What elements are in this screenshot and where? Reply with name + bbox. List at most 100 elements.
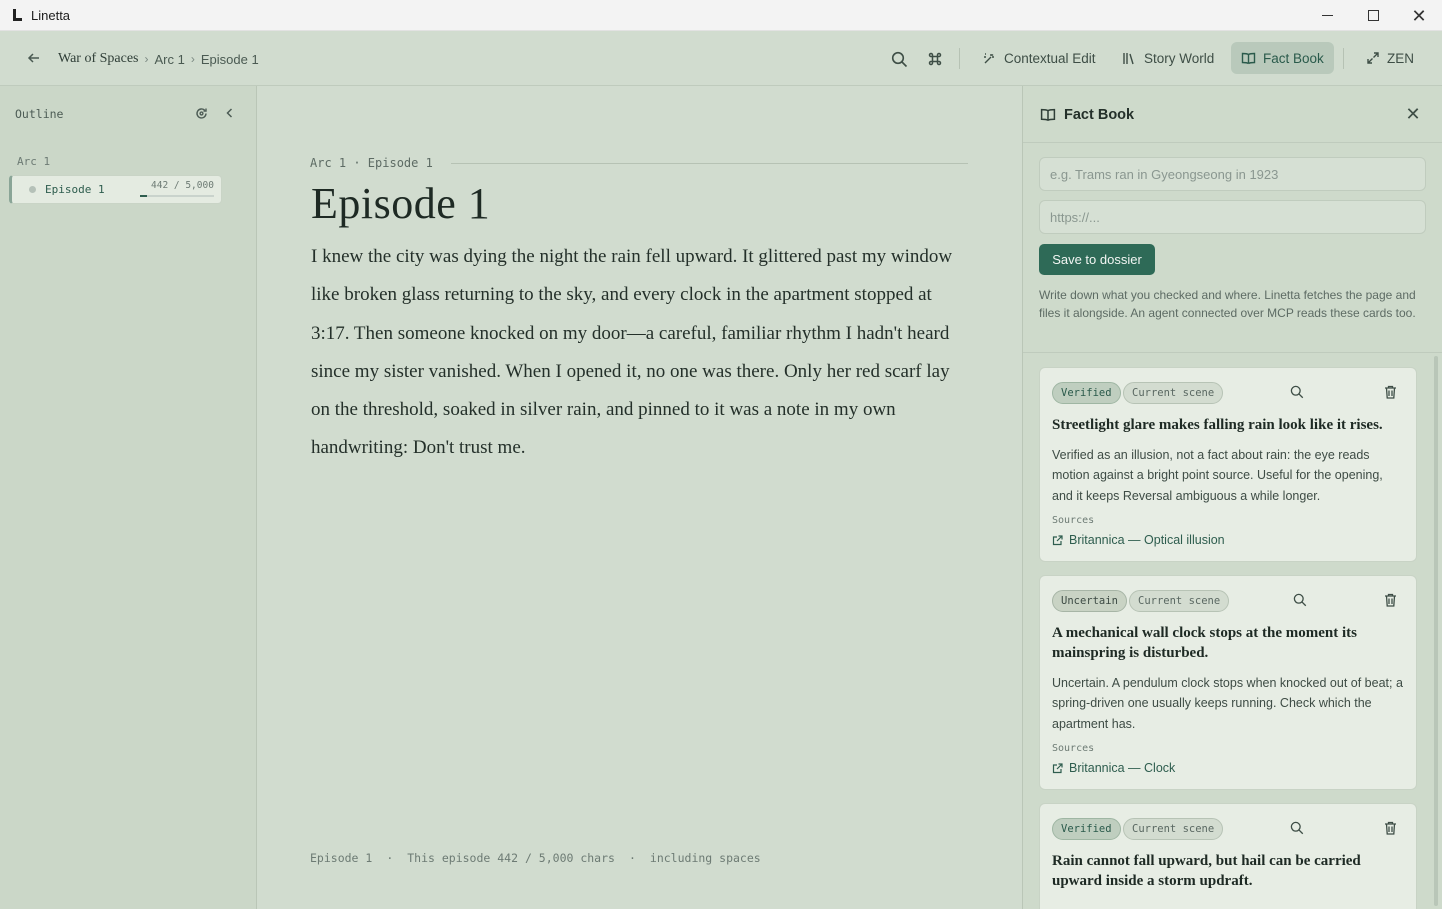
fact-title: Rain cannot fall upward, but hail can be…: [1052, 853, 1361, 889]
source-link-text: Britannica — Optical illusion: [1069, 533, 1225, 547]
zen-button[interactable]: ZEN: [1356, 42, 1424, 74]
status-char-count: This episode 442 / 5,000 chars: [407, 851, 615, 865]
minimize-button[interactable]: [1304, 0, 1350, 31]
command-icon: [928, 52, 942, 66]
status-separator: ·: [628, 851, 636, 865]
episode-title[interactable]: Episode 1: [311, 178, 490, 229]
search-icon: [891, 51, 907, 67]
back-button[interactable]: [24, 48, 44, 68]
status-badge[interactable]: Uncertain: [1052, 590, 1127, 612]
close-window-button[interactable]: ✕: [1396, 0, 1442, 31]
fact-title: Streetlight glare makes falling rain loo…: [1052, 417, 1383, 433]
book-icon: [1039, 106, 1057, 124]
contextual-edit-icon: [984, 52, 994, 63]
breadcrumb: War of Spaces › Arc 1 › Episode 1: [58, 51, 259, 67]
outline-sidebar: Outline Arc 1 Episode 1 442 / 5,000: [0, 86, 257, 909]
fact-book-help-text: Write down what you checked and where. L…: [1039, 288, 1416, 320]
story-world-button[interactable]: Story World: [1112, 42, 1224, 74]
contextual-edit-label: Contextual Edit: [1004, 50, 1096, 66]
fact-list-scrollbar[interactable]: [1434, 356, 1438, 906]
delete-card-button[interactable]: [1382, 592, 1398, 608]
fact-card[interactable]: Verified Current scene Streetlight glare…: [1039, 367, 1417, 562]
breadcrumb-project[interactable]: War of Spaces: [58, 51, 139, 67]
scope-badge[interactable]: Current scene: [1123, 382, 1224, 404]
crumb-divider: [451, 163, 968, 164]
app-logo-icon: [13, 9, 23, 21]
episode-crumb: Arc 1 · Episode 1: [310, 156, 433, 170]
fact-book-title: Fact Book: [1064, 107, 1135, 123]
fact-notes: Verified as an illusion, not a fact abou…: [1052, 448, 1383, 503]
top-toolbar: War of Spaces › Arc 1 › Episode 1 Contex…: [0, 31, 1442, 86]
window-titlebar: Linetta ✕: [0, 0, 1442, 31]
toolbar-divider: [1343, 48, 1344, 69]
collapse-sidebar-button[interactable]: [221, 104, 239, 122]
arc-label[interactable]: Arc 1: [17, 155, 50, 168]
sidebar-item-episode-1[interactable]: Episode 1 442 / 5,000: [9, 175, 222, 204]
search-icon: [1290, 385, 1304, 399]
status-count-mode: including spaces: [649, 851, 761, 865]
trash-icon: [1384, 593, 1396, 607]
external-link-icon: [1052, 762, 1063, 773]
breadcrumb-arc[interactable]: Arc 1: [155, 52, 185, 67]
delete-card-button[interactable]: [1382, 820, 1398, 836]
delete-card-button[interactable]: [1382, 384, 1398, 400]
refresh-icon: [195, 107, 207, 119]
library-icon: [1123, 52, 1134, 64]
fact-book-label: Fact Book: [1263, 50, 1324, 66]
breadcrumb-separator: ›: [144, 52, 149, 66]
card-search-button[interactable]: [1292, 592, 1308, 608]
search-icon: [1290, 821, 1304, 835]
sources-label: Sources: [1052, 743, 1095, 754]
trash-icon: [1384, 821, 1396, 835]
search-icon: [1293, 593, 1307, 607]
outline-title: Outline: [15, 107, 64, 121]
editor-status-bar: Episode 1 · This episode 442 / 5,000 cha…: [310, 851, 761, 865]
episode-progress-fill: [140, 195, 147, 197]
maximize-icon: [1367, 10, 1379, 21]
trash-icon: [1384, 385, 1396, 399]
sources-label: Sources: [1052, 515, 1095, 526]
url-input-placeholder: https://...: [1050, 209, 1100, 225]
fact-book-panel: Fact Book ✕ e.g. Trams ran in Gyeongseon…: [1022, 86, 1442, 909]
minimize-icon: [1321, 15, 1333, 16]
contextual-edit-button[interactable]: Contextual Edit: [972, 42, 1106, 74]
window-controls: ✕: [1304, 0, 1442, 31]
episode-progress-bar: [140, 195, 214, 197]
breadcrumb-episode[interactable]: Episode 1: [201, 52, 259, 67]
fact-book-header: Fact Book ✕: [1023, 86, 1442, 143]
card-search-button[interactable]: [1289, 820, 1305, 836]
external-link-icon: [1052, 534, 1063, 545]
source-link[interactable]: Britannica — Clock: [1052, 761, 1175, 775]
story-world-label: Story World: [1144, 50, 1215, 66]
command-palette-button[interactable]: [924, 48, 946, 70]
maximize-button[interactable]: [1350, 0, 1396, 31]
episode-name: Episode 1: [45, 183, 105, 196]
episode-char-count: 442 / 5,000: [151, 180, 214, 191]
scope-badge[interactable]: Current scene: [1123, 818, 1224, 840]
status-badge[interactable]: Verified: [1052, 382, 1121, 404]
source-link-text: Britannica — Clock: [1069, 761, 1176, 775]
status-episode: Episode 1: [310, 851, 373, 865]
breadcrumb-separator: ›: [190, 52, 195, 66]
card-search-button[interactable]: [1289, 384, 1305, 400]
zen-label: ZEN: [1387, 50, 1414, 66]
outline-refresh-button[interactable]: [192, 104, 210, 122]
chevron-left-icon: [226, 108, 233, 118]
save-to-dossier-button[interactable]: Save to dossier: [1039, 244, 1155, 275]
status-separator: ·: [386, 851, 394, 865]
scope-badge[interactable]: Current scene: [1129, 590, 1230, 612]
fact-input-placeholder: e.g. Trams ran in Gyeongseong in 1923: [1050, 166, 1279, 182]
fact-title: A mechanical wall clock stops at the mom…: [1052, 625, 1357, 661]
episode-body-text[interactable]: I knew the city was dying the night the …: [311, 238, 971, 468]
fact-card[interactable]: Uncertain Current scene A mechanical wal…: [1039, 575, 1417, 790]
close-fact-book-button[interactable]: ✕: [1403, 104, 1423, 124]
status-badge[interactable]: Verified: [1052, 818, 1121, 840]
book-icon: [1241, 52, 1256, 64]
search-button[interactable]: [888, 48, 910, 70]
source-url-input[interactable]: https://...: [1039, 200, 1426, 234]
source-link[interactable]: Britannica — Optical illusion: [1052, 533, 1225, 547]
fact-book-button[interactable]: Fact Book: [1231, 42, 1334, 74]
fact-notes: Uncertain. A pendulum clock stops when k…: [1052, 676, 1403, 731]
fact-input[interactable]: e.g. Trams ran in Gyeongseong in 1923: [1039, 157, 1426, 191]
fact-card[interactable]: Verified Current scene Rain cannot fall …: [1039, 803, 1417, 909]
